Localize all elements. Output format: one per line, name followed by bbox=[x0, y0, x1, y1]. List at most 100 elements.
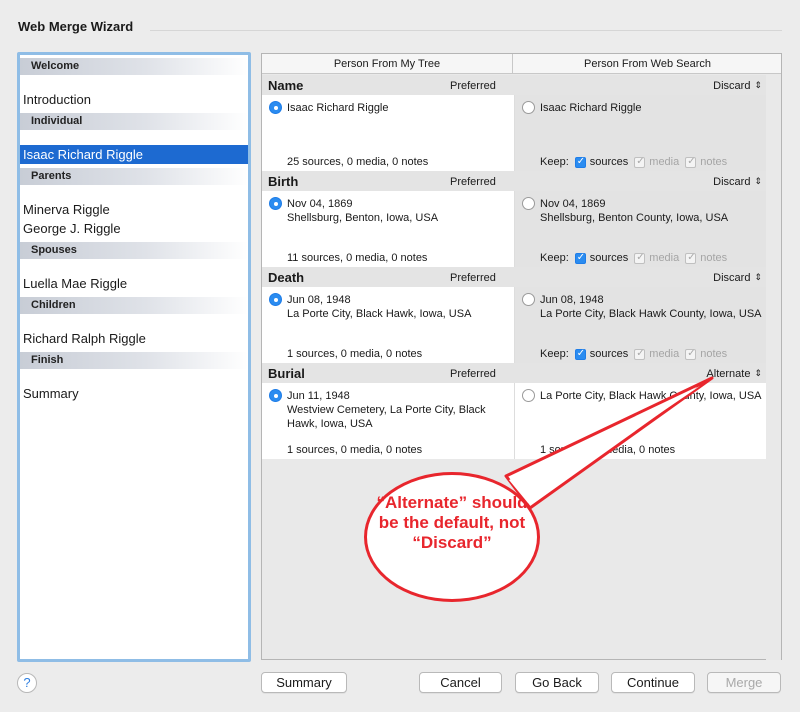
sidebar-heading-children: Children bbox=[20, 297, 248, 314]
preferred-radio-left[interactable] bbox=[269, 101, 282, 114]
conflict-action-select[interactable]: Discard ⇕ bbox=[713, 272, 762, 284]
keep-sources-label: sources bbox=[589, 252, 629, 264]
keep-label: Keep: bbox=[540, 156, 569, 168]
up-down-chevron-icon: ⇕ bbox=[754, 368, 762, 378]
merge-button: Merge bbox=[707, 672, 781, 693]
sidebar-item-individual[interactable]: Isaac Richard Riggle bbox=[20, 145, 248, 164]
action-value: Alternate bbox=[706, 368, 751, 380]
sidebar-heading-finish: Finish bbox=[20, 352, 248, 369]
column-header-my-tree[interactable]: Person From My Tree bbox=[262, 54, 513, 74]
keep-notes-label: notes bbox=[700, 156, 728, 168]
conflict-action-select[interactable]: Alternate ⇕ bbox=[706, 368, 762, 380]
sidebar-heading-welcome: Welcome bbox=[20, 58, 248, 75]
right-value-text: La Porte City, Black Hawk County, Iowa, … bbox=[540, 390, 762, 402]
keep-sources-label: sources bbox=[589, 348, 629, 360]
sidebar-heading-individual: Individual bbox=[20, 113, 248, 130]
window-title: Web Merge Wizard bbox=[18, 19, 134, 34]
left-value-cell: Jun 11, 1948 Westview Cemetery, La Porte… bbox=[262, 383, 514, 459]
keep-notes-checkbox bbox=[685, 156, 697, 168]
preferred-label: Preferred bbox=[450, 80, 496, 92]
keep-sources-checkbox[interactable] bbox=[574, 252, 586, 264]
preferred-radio-right[interactable] bbox=[522, 389, 535, 402]
section-title: Name bbox=[268, 78, 304, 93]
keep-media-label: media bbox=[649, 348, 680, 360]
section-header: Name Preferred Discard ⇕ bbox=[262, 75, 766, 95]
sidebar-heading-parents: Parents bbox=[20, 168, 248, 185]
column-header-web-search[interactable]: Person From Web Search bbox=[514, 54, 781, 74]
preferred-radio-left[interactable] bbox=[269, 389, 282, 402]
sidebar-item-summary[interactable]: Summary bbox=[20, 384, 248, 403]
left-value-cell: Isaac Richard Riggle 25 sources, 0 media… bbox=[262, 95, 514, 171]
right-stats: 1 sources, 0 media, 0 notes bbox=[540, 444, 676, 456]
keep-media-label: media bbox=[649, 156, 680, 168]
section-title: Death bbox=[268, 270, 305, 285]
continue-button[interactable]: Continue bbox=[611, 672, 695, 693]
section-header: Death Preferred Discard ⇕ bbox=[262, 267, 766, 287]
left-stats: 11 sources, 0 media, 0 notes bbox=[287, 252, 428, 264]
section-header: Birth Preferred Discard ⇕ bbox=[262, 171, 766, 191]
keep-label: Keep: bbox=[540, 348, 569, 360]
keep-sources-checkbox[interactable] bbox=[574, 348, 586, 360]
help-button[interactable]: ? bbox=[17, 673, 37, 693]
column-headers: Person From My Tree Person From Web Sear… bbox=[262, 54, 781, 74]
summary-button[interactable]: Summary bbox=[261, 672, 347, 693]
preferred-label: Preferred bbox=[450, 176, 496, 188]
right-value-cell: Nov 04, 1869 Shellsburg, Benton County, … bbox=[514, 191, 766, 267]
keep-sources-label: sources bbox=[589, 156, 629, 168]
sidebar-item-spouse[interactable]: Luella Mae Riggle bbox=[20, 274, 248, 293]
preferred-radio-left[interactable] bbox=[269, 197, 282, 210]
preferred-label: Preferred bbox=[450, 272, 496, 284]
section-title: Birth bbox=[268, 174, 299, 189]
keep-media-checkbox bbox=[634, 348, 646, 360]
go-back-button[interactable]: Go Back bbox=[515, 672, 599, 693]
right-value-cell: La Porte City, Black Hawk County, Iowa, … bbox=[514, 383, 766, 459]
sidebar-heading-spouses: Spouses bbox=[20, 242, 248, 259]
cancel-button[interactable]: Cancel bbox=[419, 672, 502, 693]
up-down-chevron-icon: ⇕ bbox=[754, 272, 762, 282]
right-value-text: Nov 04, 1869 Shellsburg, Benton County, … bbox=[540, 198, 729, 224]
keep-media-label: media bbox=[649, 252, 680, 264]
keep-media-checkbox bbox=[634, 252, 646, 264]
left-value-text: Nov 04, 1869 Shellsburg, Benton, Iowa, U… bbox=[287, 198, 439, 224]
preferred-radio-right[interactable] bbox=[522, 101, 535, 114]
left-value-text: Jun 11, 1948 Westview Cemetery, La Porte… bbox=[287, 390, 486, 430]
sidebar-item-child[interactable]: Richard Ralph Riggle bbox=[20, 329, 248, 348]
keep-sources-checkbox[interactable] bbox=[574, 156, 586, 168]
section-title: Burial bbox=[268, 366, 305, 381]
preferred-radio-right[interactable] bbox=[522, 197, 535, 210]
keep-options: Keep: sources media notes bbox=[540, 252, 728, 265]
conflict-action-select[interactable]: Discard ⇕ bbox=[713, 176, 762, 188]
action-value: Discard bbox=[713, 272, 751, 284]
annotation-callout: “Alternate” should be the default, not “… bbox=[364, 472, 540, 602]
callout-text: “Alternate” should be the default, not “… bbox=[376, 493, 528, 552]
action-value: Discard bbox=[713, 80, 751, 92]
left-stats: 1 sources, 0 media, 0 notes bbox=[287, 444, 423, 456]
left-value-cell: Nov 04, 1869 Shellsburg, Benton, Iowa, U… bbox=[262, 191, 514, 267]
sidebar-item-parent-2[interactable]: George J. Riggle bbox=[20, 219, 248, 238]
right-value-text: Isaac Richard Riggle bbox=[540, 102, 642, 114]
preferred-radio-right[interactable] bbox=[522, 293, 535, 306]
keep-label: Keep: bbox=[540, 252, 569, 264]
sidebar-item-parent-1[interactable]: Minerva Riggle bbox=[20, 200, 248, 219]
left-stats: 25 sources, 0 media, 0 notes bbox=[287, 156, 429, 168]
preferred-radio-left[interactable] bbox=[269, 293, 282, 306]
keep-notes-checkbox bbox=[685, 252, 697, 264]
vertical-scrollbar[interactable] bbox=[766, 75, 781, 660]
keep-notes-label: notes bbox=[700, 252, 728, 264]
preferred-label: Preferred bbox=[450, 368, 496, 380]
up-down-chevron-icon: ⇕ bbox=[754, 80, 762, 90]
keep-notes-checkbox bbox=[685, 348, 697, 360]
action-value: Discard bbox=[713, 176, 751, 188]
right-value-cell: Jun 08, 1948 La Porte City, Black Hawk C… bbox=[514, 287, 766, 363]
keep-media-checkbox bbox=[634, 156, 646, 168]
wizard-sidebar: Welcome Introduction Individual Isaac Ri… bbox=[17, 52, 251, 662]
sidebar-item-introduction[interactable]: Introduction bbox=[20, 90, 248, 109]
keep-options: Keep: sources media notes bbox=[540, 156, 728, 169]
left-value-text: Jun 08, 1948 La Porte City, Black Hawk, … bbox=[287, 294, 472, 320]
keep-notes-label: notes bbox=[700, 348, 728, 360]
keep-options: Keep: sources media notes bbox=[540, 348, 728, 361]
right-value-cell: Isaac Richard Riggle Keep: sources media… bbox=[514, 95, 766, 171]
right-value-text: Jun 08, 1948 La Porte City, Black Hawk C… bbox=[540, 294, 762, 320]
left-stats: 1 sources, 0 media, 0 notes bbox=[287, 348, 423, 360]
conflict-action-select[interactable]: Discard ⇕ bbox=[713, 80, 762, 92]
